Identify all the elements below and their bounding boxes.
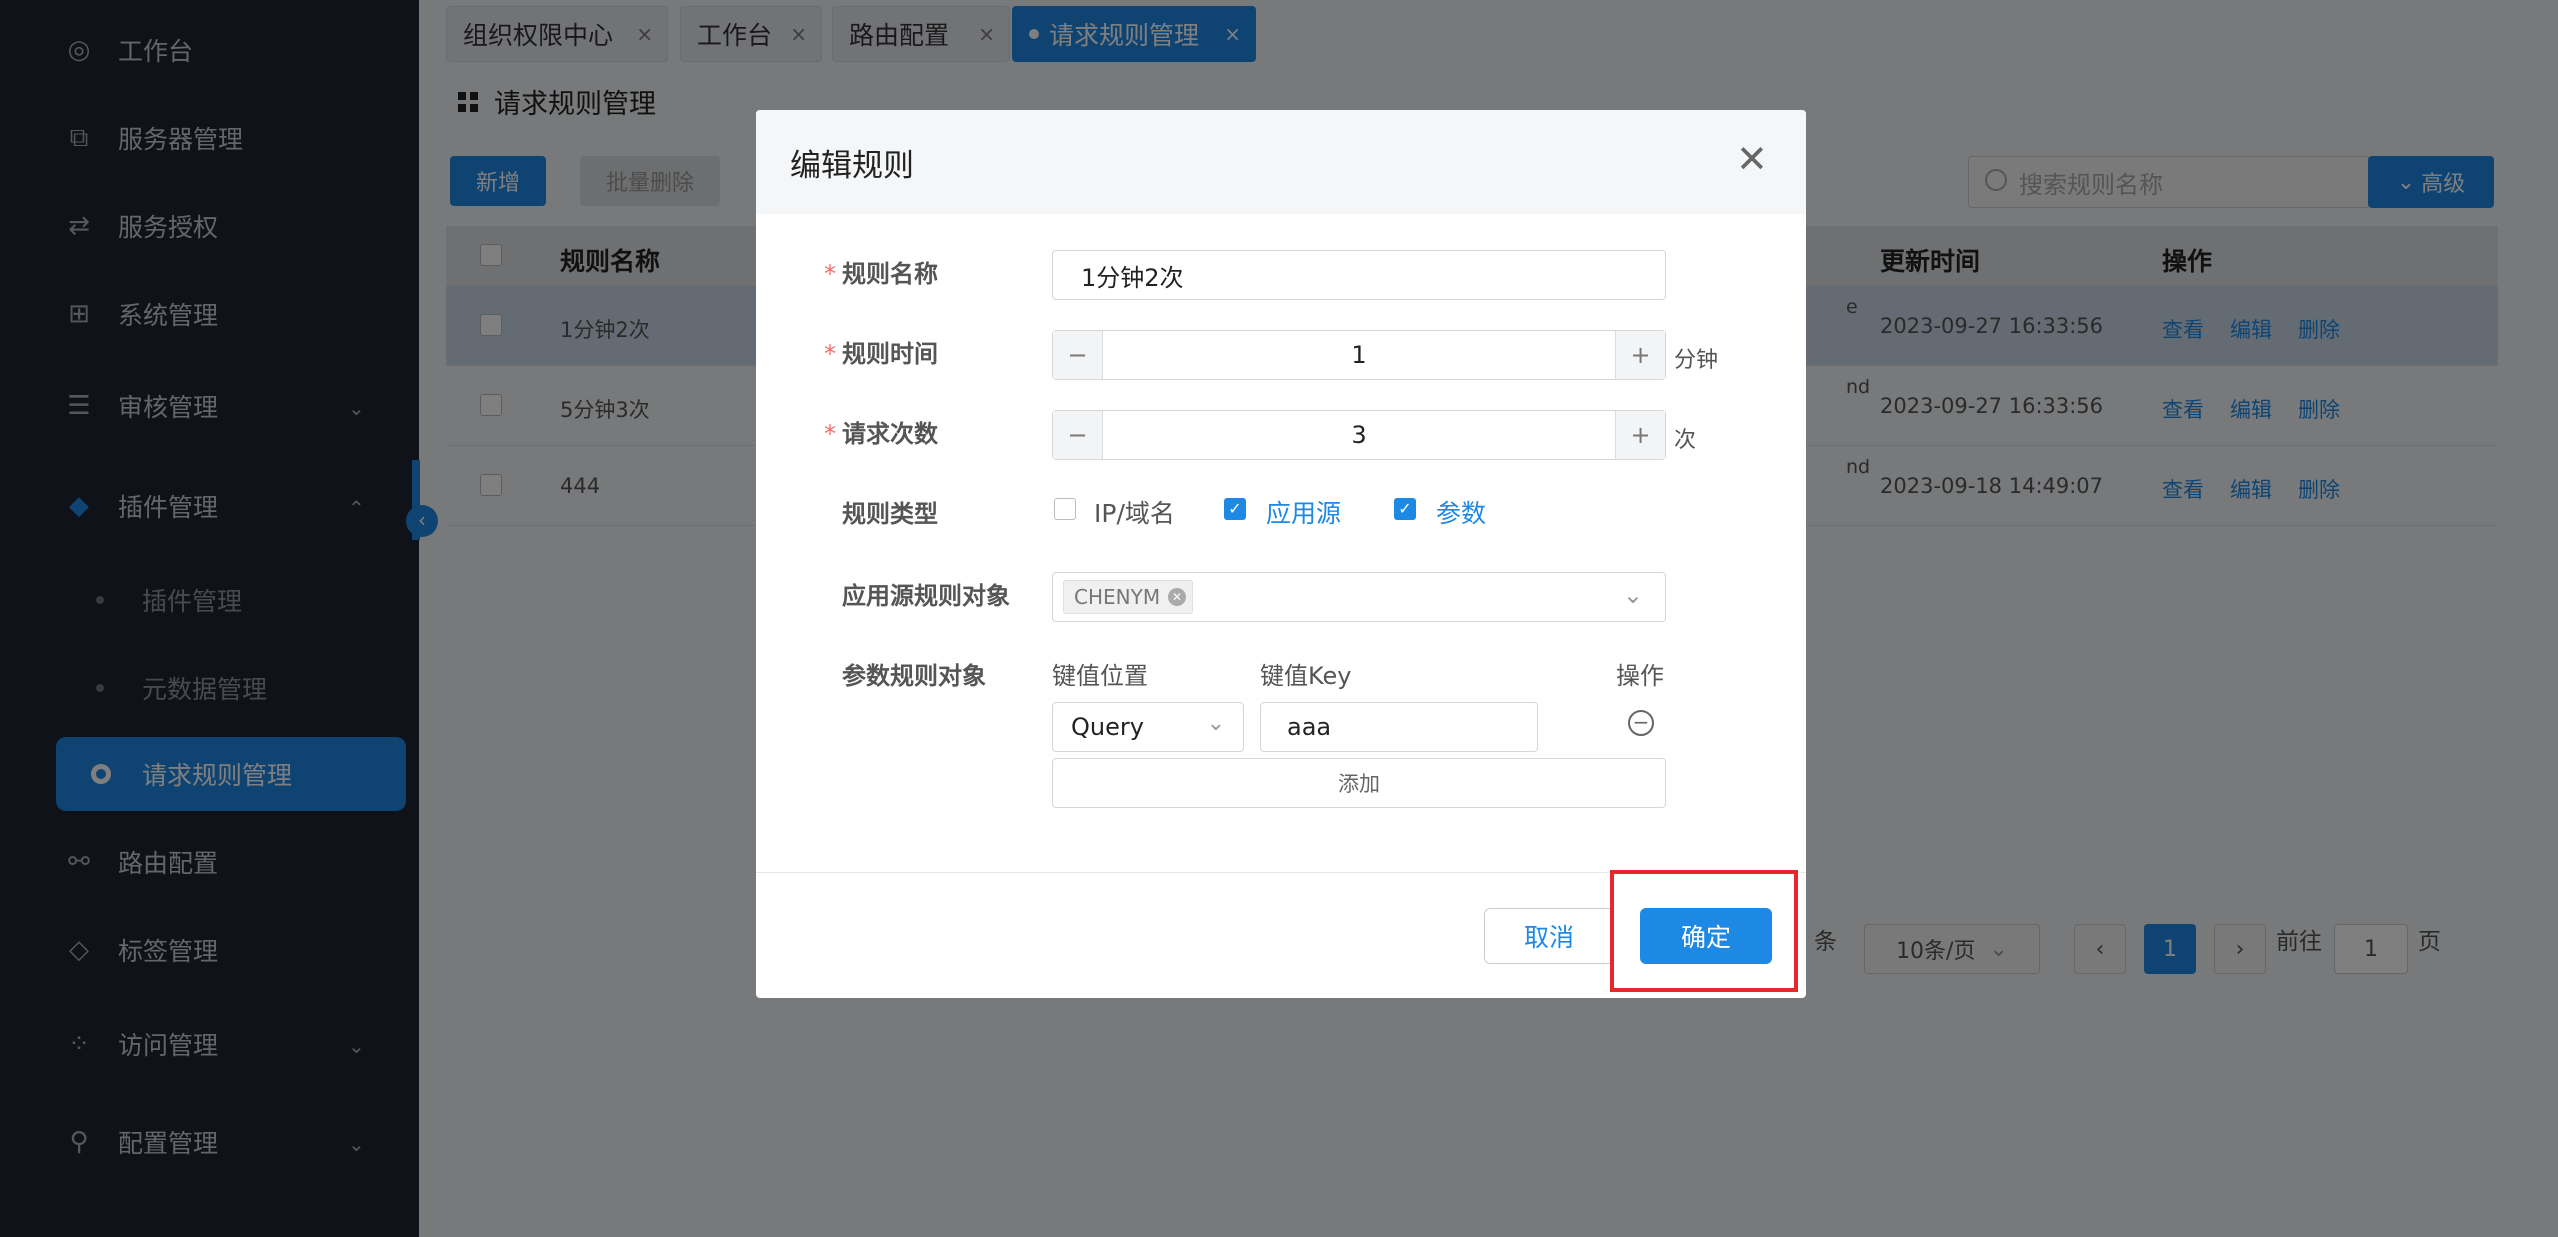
param-key-value: aaa — [1287, 713, 1332, 741]
request-count-value: 3 — [1351, 421, 1367, 449]
param-position-select[interactable]: Query ⌄ — [1052, 702, 1244, 752]
param-position-header: 键值位置 — [1052, 662, 1148, 690]
increment-button[interactable]: + — [1615, 331, 1665, 379]
remove-tag-icon[interactable]: ✕ — [1168, 588, 1187, 606]
param-key-header: 键值Key — [1260, 662, 1352, 690]
add-param-button[interactable]: 添加 — [1052, 758, 1666, 808]
params-label: 参数 — [1436, 499, 1487, 528]
app-source-checkbox[interactable]: ✓ — [1224, 498, 1246, 520]
app-source-target-label: 应用源规则对象 — [842, 582, 1010, 610]
chevron-down-icon: ⌄ — [1622, 581, 1643, 609]
ip-domain-checkbox[interactable] — [1054, 498, 1076, 520]
edit-rule-dialog: 编辑规则 ✕ * 规则名称 1分钟2次 * 规则时间 − 1 + 分钟 * 请求次数 … — [756, 110, 1806, 998]
request-count-label: * 请求次数 — [824, 420, 938, 448]
decrement-button[interactable]: − — [1053, 411, 1103, 459]
required-asterisk: * — [824, 420, 836, 448]
rule-name-label: * 规则名称 — [824, 260, 938, 288]
dialog-header: 编辑规则 ✕ — [756, 110, 1806, 214]
dialog-title: 编辑规则 — [790, 148, 914, 184]
param-action-header: 操作 — [1616, 662, 1664, 690]
rule-name-value: 1分钟2次 — [1081, 263, 1184, 292]
rule-time-label: * 规则时间 — [824, 340, 938, 368]
app-source-select[interactable]: CHENYM ✕ ⌄ — [1052, 572, 1666, 622]
rule-type-label: 规则类型 — [842, 500, 938, 528]
remove-param-icon[interactable]: − — [1628, 710, 1654, 736]
required-asterisk: * — [824, 340, 836, 368]
rule-time-value: 1 — [1351, 341, 1367, 369]
required-asterisk: * — [824, 260, 836, 288]
highlight-box — [1610, 870, 1798, 992]
param-key-input[interactable]: aaa — [1260, 702, 1538, 752]
params-checkbox[interactable]: ✓ — [1394, 498, 1416, 520]
selected-tag: CHENYM ✕ — [1063, 580, 1194, 614]
decrement-button[interactable]: − — [1053, 331, 1103, 379]
increment-button[interactable]: + — [1615, 411, 1665, 459]
tag-label: CHENYM — [1074, 585, 1161, 609]
ip-domain-label: IP/域名 — [1094, 499, 1175, 528]
cancel-button[interactable]: 取消 — [1484, 908, 1614, 964]
rule-time-stepper[interactable]: − 1 + — [1052, 330, 1666, 380]
request-count-unit: 次 — [1674, 428, 1697, 453]
close-icon[interactable]: ✕ — [1736, 140, 1768, 178]
rule-name-input[interactable]: 1分钟2次 — [1052, 250, 1666, 300]
param-target-label: 参数规则对象 — [842, 662, 986, 690]
param-position-value: Query — [1071, 713, 1144, 741]
app-source-label: 应用源 — [1266, 499, 1342, 528]
request-count-stepper[interactable]: − 3 + — [1052, 410, 1666, 460]
chevron-down-icon: ⌄ — [1206, 711, 1225, 736]
rule-time-unit: 分钟 — [1674, 348, 1719, 373]
